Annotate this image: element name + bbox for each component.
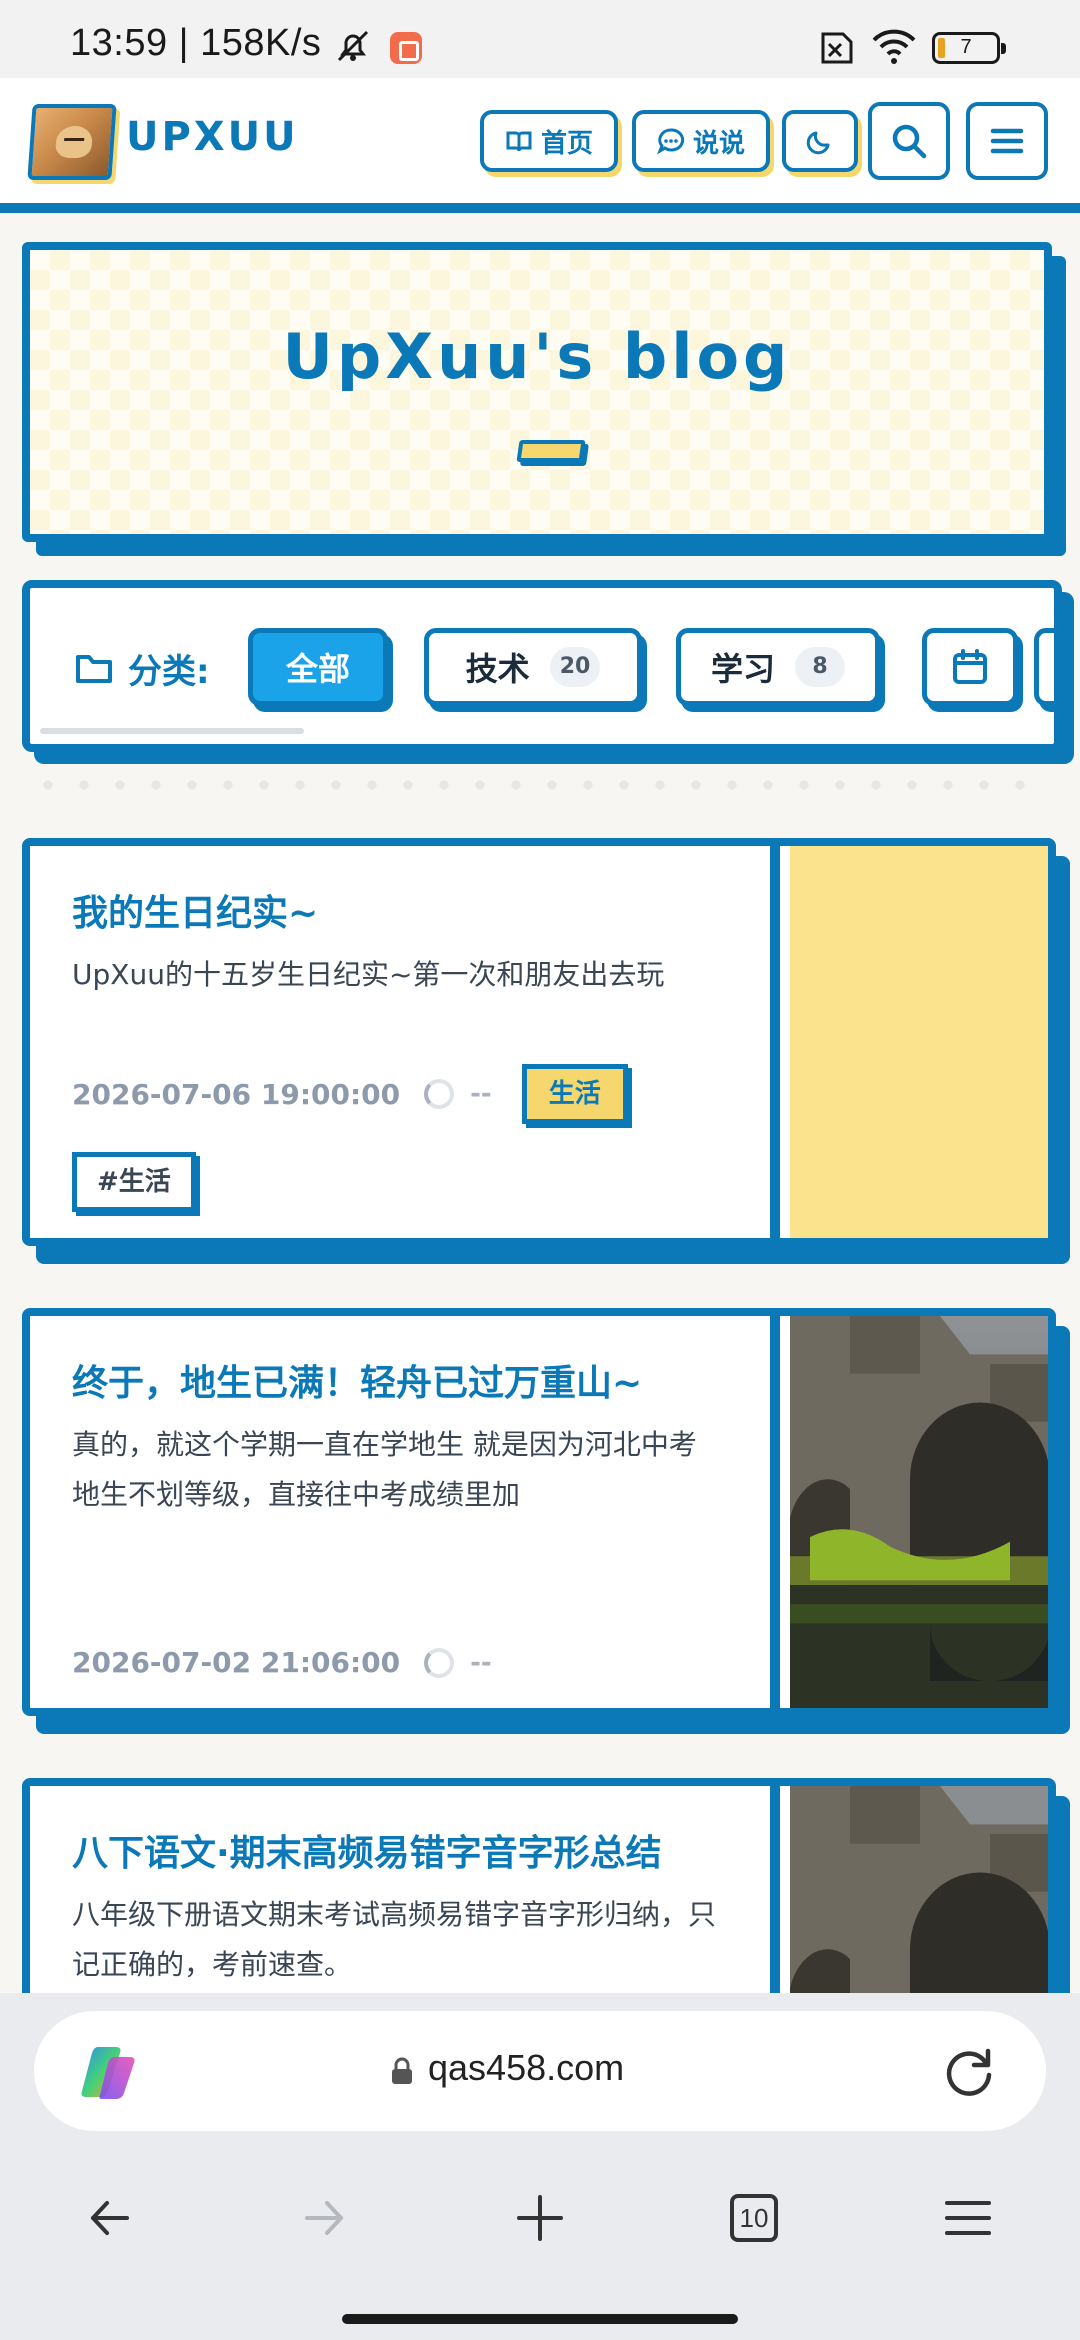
category-chip-label: 学习 [710, 650, 775, 688]
battery-icon: 7 [932, 32, 1006, 64]
loading-spinner-icon [424, 1647, 455, 1678]
dark-mode-toggle[interactable] [782, 110, 858, 172]
category-bar: 分类: 全部 技术 20 学习 8 [22, 580, 1062, 752]
category-chip-study[interactable]: 学习 8 [676, 628, 880, 706]
category-chip-all[interactable]: 全部 [248, 628, 388, 706]
plus-icon [517, 2195, 563, 2241]
menu-button[interactable] [966, 102, 1048, 180]
post-excerpt: UpXuu的十五岁生日纪实~第一次和朋友出去玩 [72, 958, 665, 991]
lock-icon [392, 2057, 412, 2084]
forward-button[interactable] [284, 2183, 364, 2253]
category-count: 8 [795, 647, 845, 687]
copilot-icon[interactable] [80, 2043, 140, 2099]
category-label-text: 分类: [128, 652, 210, 692]
post-title[interactable]: 八下语文·期末高频易错字音字形总结 [72, 1824, 662, 1876]
hamburger-icon [945, 2201, 991, 2235]
book-icon [506, 131, 532, 152]
post-card-body: 我的生日纪实~ UpXuu的十五岁生日纪实~第一次和朋友出去玩 2026-07-… [30, 846, 780, 1238]
post-title[interactable]: 我的生日纪实~ [72, 884, 318, 936]
logo-avatar[interactable] [27, 104, 117, 180]
home-indicator[interactable] [342, 2314, 738, 2324]
url-text[interactable]: qas458.com [428, 2047, 624, 2089]
post-date: 2026-07-02 21:06:00 [72, 1646, 401, 1679]
post-tag[interactable]: #生活 [72, 1152, 196, 1212]
arrow-right-icon [305, 2201, 343, 2235]
hero-title: UpXuu's blog [282, 320, 792, 393]
category-label: 分类: [74, 644, 210, 693]
loading-spinner-icon [424, 1079, 455, 1109]
category-count: 20 [549, 647, 601, 687]
post-card[interactable]: 终于，地生已满！轻舟已过万重山~ 真的，就这个学期一直在学地生 就是因为河北中考… [22, 1308, 1056, 1716]
post-card-body: 终于，地生已满！轻舟已过万重山~ 真的，就这个学期一直在学地生 就是因为河北中考… [30, 1316, 780, 1708]
archive-calendar-button[interactable] [922, 628, 1018, 706]
wifi-icon [872, 29, 916, 64]
tab-count: 10 [730, 2194, 778, 2242]
category-chip-label: 全部 [285, 650, 350, 688]
app-notification-icon [390, 32, 422, 64]
menu-icon [990, 128, 1024, 154]
nav-home-button[interactable]: 首页 [480, 110, 618, 172]
site-header: UPXUU 首页 说说 [0, 78, 1080, 213]
address-bar[interactable]: qas458.com [34, 2011, 1046, 2131]
post-meta: 2026-07-06 19:00:00 -- 生活 [72, 1064, 628, 1124]
moon-icon [806, 131, 830, 155]
browser-toolbar: qas458.com 10 [0, 1993, 1080, 2340]
post-title[interactable]: 终于，地生已满！轻舟已过万重山~ [72, 1354, 642, 1406]
post-views: -- [470, 1647, 492, 1678]
bridge-photo [790, 1316, 1048, 1708]
site-logo-text[interactable]: UPXUU [126, 114, 299, 160]
search-icon [892, 124, 927, 159]
post-category-badge[interactable]: 生活 [521, 1064, 628, 1124]
chat-icon [656, 128, 685, 155]
mute-bell-icon [337, 30, 369, 62]
category-chip-tech[interactable]: 技术 20 [424, 628, 642, 706]
hero-banner: UpXuu's blog [22, 242, 1052, 542]
search-button[interactable] [868, 102, 950, 180]
reload-icon[interactable] [940, 2043, 998, 2101]
browser-menu-button[interactable] [928, 2183, 1008, 2253]
post-views: -- [470, 1079, 492, 1109]
post-thumbnail[interactable] [790, 846, 1048, 1238]
hero-decoration [516, 440, 586, 462]
post-thumbnail[interactable] [790, 1316, 1048, 1708]
battery-level: 7 [960, 36, 972, 58]
new-tab-button[interactable] [500, 2183, 580, 2253]
category-scrollbar[interactable] [40, 728, 304, 734]
status-bar: 13:59 | 158K/s 7 [0, 0, 1080, 78]
post-meta: 2026-07-02 21:06:00 -- [72, 1646, 492, 1679]
dot-divider [30, 770, 1050, 800]
post-date: 2026-07-06 19:00:00 [72, 1077, 401, 1111]
no-sim-icon [821, 32, 853, 64]
back-button[interactable] [70, 2183, 150, 2253]
post-excerpt: 真的，就这个学期一直在学地生 就是因为河北中考地生不划等级，直接往中考成绩里加 [72, 1428, 697, 1511]
nav-talk-label: 说说 [692, 128, 745, 159]
category-chip-overflow[interactable] [1034, 628, 1054, 706]
nav-talk-button[interactable]: 说说 [632, 110, 770, 172]
folder-icon [76, 654, 112, 683]
calendar-icon [953, 649, 987, 684]
tabs-button[interactable]: 10 [714, 2183, 794, 2253]
status-time: 13:59 | 158K/s [70, 22, 322, 64]
nav-home-label: 首页 [540, 128, 593, 159]
post-card[interactable]: 我的生日纪实~ UpXuu的十五岁生日纪实~第一次和朋友出去玩 2026-07-… [22, 838, 1056, 1246]
post-excerpt: 八年级下册语文期末考试高频易错字音字形归纳，只记正确的，考前速查。 [72, 1898, 717, 1981]
arrow-left-icon [91, 2201, 129, 2235]
category-chip-label: 技术 [465, 650, 530, 688]
